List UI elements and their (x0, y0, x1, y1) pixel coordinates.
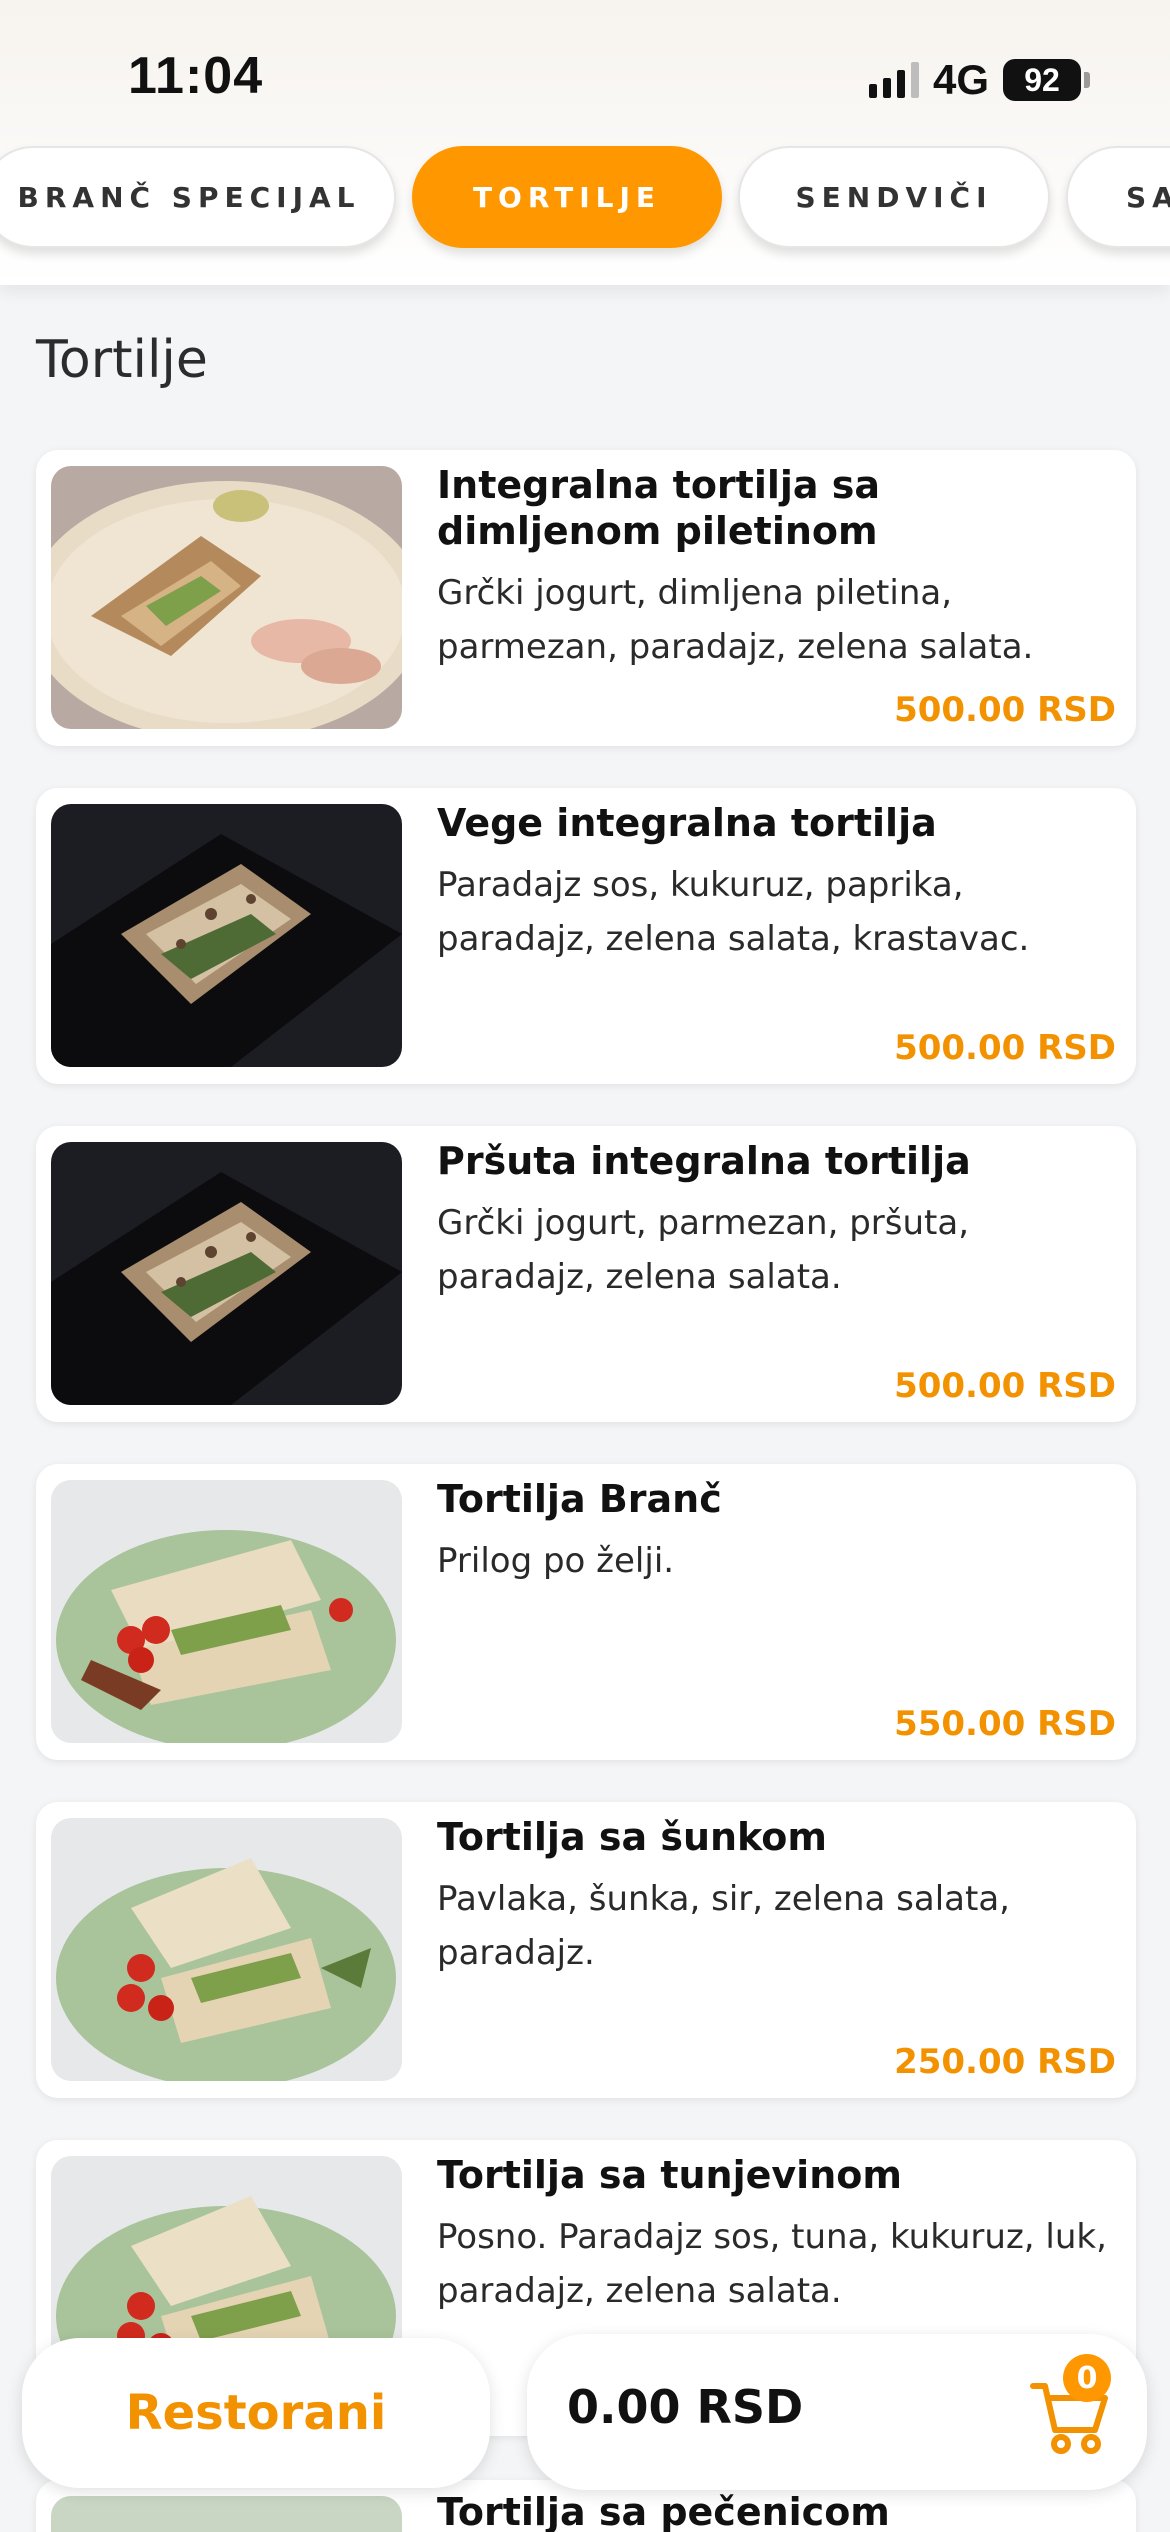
tab-sa[interactable]: SA (1066, 146, 1170, 248)
product-description: Posno. Paradajz sos, tuna, kukuruz, luk,… (437, 2217, 1107, 2311)
section-title: Tortilje (36, 330, 208, 390)
product-name: Integralna tortilja sa dimljenom piletin… (437, 463, 881, 553)
product-description: Prilog po želji. (437, 1541, 675, 1581)
cart-button[interactable]: 0.00 RSD 0 (527, 2334, 1147, 2490)
product-image (51, 1480, 402, 1743)
product-description: Pavlaka, šunka, sir, zelena salata, para… (437, 1879, 1010, 1973)
product-price: 500.00 RSD (894, 1366, 1116, 1406)
product-image (51, 804, 402, 1067)
restaurants-button[interactable]: Restorani (22, 2338, 490, 2488)
battery-icon: 92 (1003, 59, 1090, 101)
product-price: 550.00 RSD (894, 1704, 1116, 1744)
product-image (51, 1818, 402, 2081)
signal-icon (868, 62, 919, 98)
product-price: 250.00 RSD (894, 2042, 1116, 2082)
status-time: 11:04 (128, 47, 264, 105)
category-tabs: BRANČ SPECIJAL TORTILJE SENDVIČI SA (0, 146, 1170, 248)
product-card[interactable]: Pršuta integralna tortilja Grčki jogurt,… (36, 1126, 1136, 1422)
product-card[interactable]: Vege integralna tortilja Paradajz sos, k… (36, 788, 1136, 1084)
product-card[interactable]: Tortilja Branč Prilog po želji. 550.00 R… (36, 1464, 1136, 1760)
product-description: Paradajz sos, kukuruz, paprika, paradajz… (437, 865, 1030, 959)
product-list: Integralna tortilja sa dimljenom piletin… (36, 450, 1136, 2478)
battery-level: 92 (1003, 59, 1081, 101)
bottom-bar: Restorani 0.00 RSD 0 (0, 2330, 1170, 2500)
product-name: Pršuta integralna tortilja (437, 1139, 971, 1183)
product-image (51, 2496, 402, 2532)
product-card[interactable]: Integralna tortilja sa dimljenom piletin… (36, 450, 1136, 746)
product-price: 500.00 RSD (894, 1028, 1116, 1068)
product-description: Grčki jogurt, dimljena piletina, parmeza… (437, 573, 1034, 667)
status-indicators: 4G 92 (868, 56, 1090, 104)
product-name: Tortilja sa tunjevinom (437, 2153, 902, 2197)
product-name: Vege integralna tortilja (437, 801, 937, 845)
product-name: Tortilja sa šunkom (437, 1815, 828, 1859)
product-description: Grčki jogurt, parmezan, pršuta, paradajz… (437, 1203, 969, 1297)
product-name: Tortilja Branč (437, 1477, 722, 1521)
product-card[interactable]: Tortilja sa šunkom Pavlaka, šunka, sir, … (36, 1802, 1136, 2098)
header: 11:04 4G 92 BRANČ SPECIJAL TORTILJE SEND… (0, 0, 1170, 285)
cart-total: 0.00 RSD (567, 2380, 804, 2434)
tab-tortilje[interactable]: TORTILJE (412, 146, 722, 248)
network-label: 4G (932, 56, 989, 103)
menu-screen: 11:04 4G 92 BRANČ SPECIJAL TORTILJE SEND… (0, 0, 1170, 2532)
cart-count-badge: 0 (1063, 2354, 1111, 2402)
product-image (51, 466, 402, 729)
product-price: 500.00 RSD (894, 690, 1116, 730)
tab-sendvici[interactable]: SENDVIČI (738, 146, 1050, 248)
tab-branc-specijal[interactable]: BRANČ SPECIJAL (0, 146, 396, 248)
product-image (51, 1142, 402, 1405)
